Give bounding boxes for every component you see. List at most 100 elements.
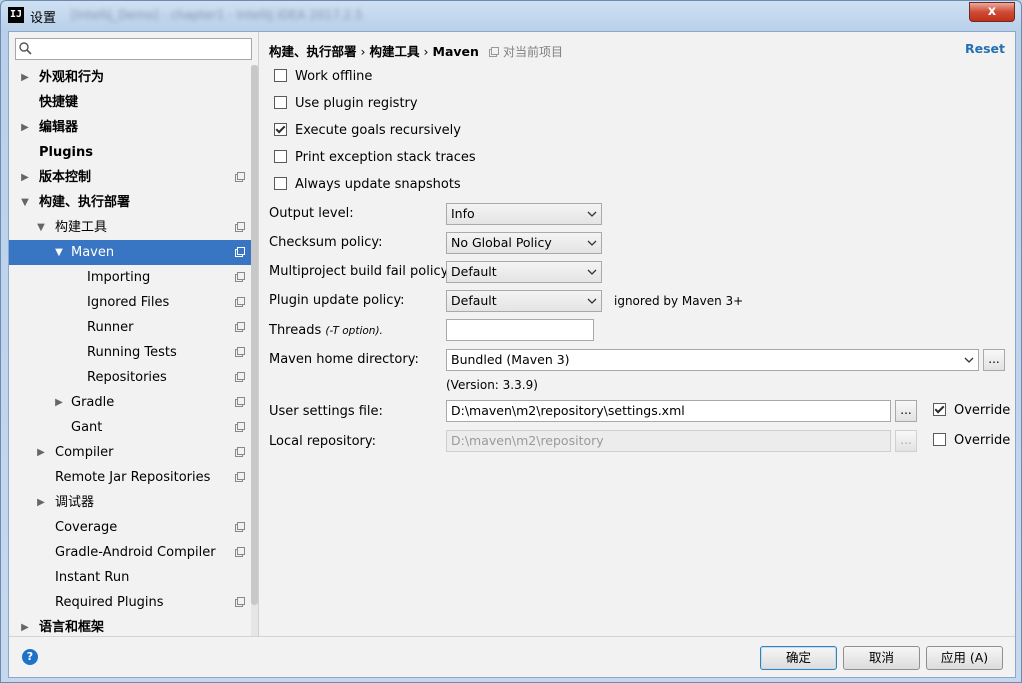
chevron-right-icon[interactable]: ▶	[53, 390, 65, 415]
reset-link[interactable]: Reset	[965, 41, 1005, 56]
sidebar-scrollbar[interactable]	[251, 65, 258, 636]
tree-item-coverage[interactable]: Coverage	[9, 515, 251, 540]
tree-item-ignored-files[interactable]: Ignored Files	[9, 290, 251, 315]
maven-version-text: (Version: 3.3.9)	[446, 378, 538, 392]
breadcrumb: 构建、执行部署 › 构建工具 › Maven 对当前项目	[269, 44, 563, 59]
chevron-down-icon[interactable]: ▼	[35, 215, 47, 240]
maven-home-browse-button[interactable]: ...	[983, 349, 1005, 371]
search-icon	[19, 42, 32, 55]
chevron-right-icon[interactable]: ▶	[35, 490, 47, 515]
cancel-button[interactable]: 取消	[843, 646, 920, 670]
tree-item-running-tests[interactable]: Running Tests	[9, 340, 251, 365]
maven-home-select[interactable]: Bundled (Maven 3)	[446, 349, 979, 371]
help-icon[interactable]: ?	[22, 649, 38, 665]
maven-home-label: Maven home directory:	[269, 352, 419, 367]
settings-window: IJ 设置 [Intellij_Demo] - chapter1 - Intel…	[0, 0, 1022, 683]
tree-item-runner[interactable]: Runner	[9, 315, 251, 340]
plugin-update-policy-select[interactable]: Default	[446, 290, 602, 312]
tree-item-plugins[interactable]: Plugins	[9, 140, 251, 165]
tree-item-importing[interactable]: Importing	[9, 265, 251, 290]
checksum-policy-select[interactable]: No Global Policy	[446, 232, 602, 254]
project-scope-icon	[235, 247, 245, 257]
multiproject-fail-policy-select[interactable]: Default	[446, 261, 602, 283]
chevron-down-icon	[587, 211, 597, 217]
dialog-client: ▶ 外观和行为 快捷键 ▶ 编辑器 Plugins ▶ 版本控制 ▼ 构建、执行部署 ▼…	[8, 31, 1016, 678]
tree-item-build-tools[interactable]: ▼ 构建工具	[9, 215, 251, 240]
dialog-button-bar: ? 确定 取消 应用 (A)	[9, 636, 1015, 677]
user-settings-input[interactable]: D:\maven\m2\repository\settings.xml	[446, 400, 891, 422]
tree-item-maven[interactable]: ▼ Maven	[9, 240, 251, 265]
output-level-select[interactable]: Info	[446, 203, 602, 225]
tree-item-required-plugins[interactable]: Required Plugins	[9, 590, 251, 615]
project-scope-icon	[235, 222, 245, 232]
tree-item-compiler[interactable]: ▶ Compiler	[9, 440, 251, 465]
checkbox-box[interactable]	[274, 69, 287, 82]
settings-tree: ▶ 外观和行为 快捷键 ▶ 编辑器 Plugins ▶ 版本控制 ▼ 构建、执行部署 ▼…	[9, 65, 251, 636]
checkbox-box-checked[interactable]	[274, 123, 287, 136]
project-scope-icon	[235, 472, 245, 482]
checkbox-box[interactable]	[274, 177, 287, 190]
tree-item-editor[interactable]: ▶ 编辑器	[9, 115, 251, 140]
local-repository-label: Local repository:	[269, 434, 376, 449]
user-settings-browse-button[interactable]: ...	[895, 400, 917, 422]
checkbox-box[interactable]	[933, 433, 946, 446]
project-scope-icon	[235, 322, 245, 332]
tree-item-build-execution-deployment[interactable]: ▼ 构建、执行部署	[9, 190, 251, 215]
chevron-right-icon[interactable]: ▶	[19, 165, 31, 190]
project-scope-icon	[235, 597, 245, 607]
project-scope-note: 对当前项目	[488, 45, 563, 59]
tree-item-version-control[interactable]: ▶ 版本控制	[9, 165, 251, 190]
close-window-button[interactable]: x	[969, 2, 1015, 22]
use-plugin-registry-checkbox[interactable]: Use plugin registry	[274, 95, 418, 113]
plugin-update-policy-note: ignored by Maven 3+	[614, 294, 744, 308]
checkbox-box[interactable]	[274, 150, 287, 163]
print-exception-stack-traces-checkbox[interactable]: Print exception stack traces	[274, 149, 476, 167]
local-repository-input: D:\maven\m2\repository	[446, 430, 891, 452]
project-scope-icon	[235, 447, 245, 457]
execute-goals-recursively-checkbox[interactable]: Execute goals recursively	[274, 122, 461, 140]
multiproject-fail-policy-label: Multiproject build fail policy:	[269, 264, 452, 279]
tree-item-debugger[interactable]: ▶ 调试器	[9, 490, 251, 515]
user-settings-override-checkbox[interactable]: Override	[933, 402, 1010, 420]
tree-item-remote-jar-repositories[interactable]: Remote Jar Repositories	[9, 465, 251, 490]
tree-item-gradle-android-compiler[interactable]: Gradle-Android Compiler	[9, 540, 251, 565]
project-scope-icon	[235, 522, 245, 532]
project-scope-icon	[235, 547, 245, 557]
local-repository-override-checkbox[interactable]: Override	[933, 432, 1010, 450]
work-offline-checkbox[interactable]: Work offline	[274, 68, 372, 86]
threads-input[interactable]	[446, 319, 594, 341]
project-scope-icon	[235, 347, 245, 357]
tree-item-gradle[interactable]: ▶ Gradle	[9, 390, 251, 415]
always-update-snapshots-checkbox[interactable]: Always update snapshots	[274, 176, 461, 194]
output-level-label: Output level:	[269, 206, 354, 221]
window-title: 设置	[30, 11, 57, 26]
window-title-blurred: [Intellij_Demo] - chapter1 - IntelliJ ID…	[71, 8, 363, 22]
intellij-app-icon: IJ	[8, 7, 24, 23]
checkbox-box[interactable]	[274, 96, 287, 109]
checksum-policy-label: Checksum policy:	[269, 235, 383, 250]
chevron-down-icon	[587, 240, 597, 246]
project-scope-icon	[235, 272, 245, 282]
chevron-right-icon[interactable]: ▶	[19, 115, 31, 140]
ok-button[interactable]: 确定	[760, 646, 837, 670]
user-settings-label: User settings file:	[269, 404, 383, 419]
chevron-right-icon[interactable]: ▶	[35, 440, 47, 465]
chevron-right-icon[interactable]: ▶	[19, 65, 31, 90]
settings-search-input[interactable]	[15, 38, 252, 60]
tree-item-instant-run[interactable]: Instant Run	[9, 565, 251, 590]
chevron-down-icon[interactable]: ▼	[53, 240, 65, 265]
chevron-right-icon[interactable]: ▶	[19, 615, 31, 636]
local-repository-browse-button: ...	[895, 430, 917, 452]
tree-item-gant[interactable]: Gant	[9, 415, 251, 440]
scrollbar-thumb[interactable]	[251, 65, 258, 605]
plugin-update-policy-label: Plugin update policy:	[269, 293, 405, 308]
chevron-down-icon[interactable]: ▼	[19, 190, 31, 215]
apply-button[interactable]: 应用 (A)	[926, 646, 1003, 670]
chevron-down-icon	[587, 298, 597, 304]
tree-item-keymap[interactable]: 快捷键	[9, 90, 251, 115]
tree-item-repositories[interactable]: Repositories	[9, 365, 251, 390]
tree-item-appearance[interactable]: ▶ 外观和行为	[9, 65, 251, 90]
title-bar[interactable]: IJ 设置 [Intellij_Demo] - chapter1 - Intel…	[1, 1, 1021, 31]
tree-item-languages-frameworks[interactable]: ▶ 语言和框架	[9, 615, 251, 636]
checkbox-box-checked[interactable]	[933, 403, 946, 416]
